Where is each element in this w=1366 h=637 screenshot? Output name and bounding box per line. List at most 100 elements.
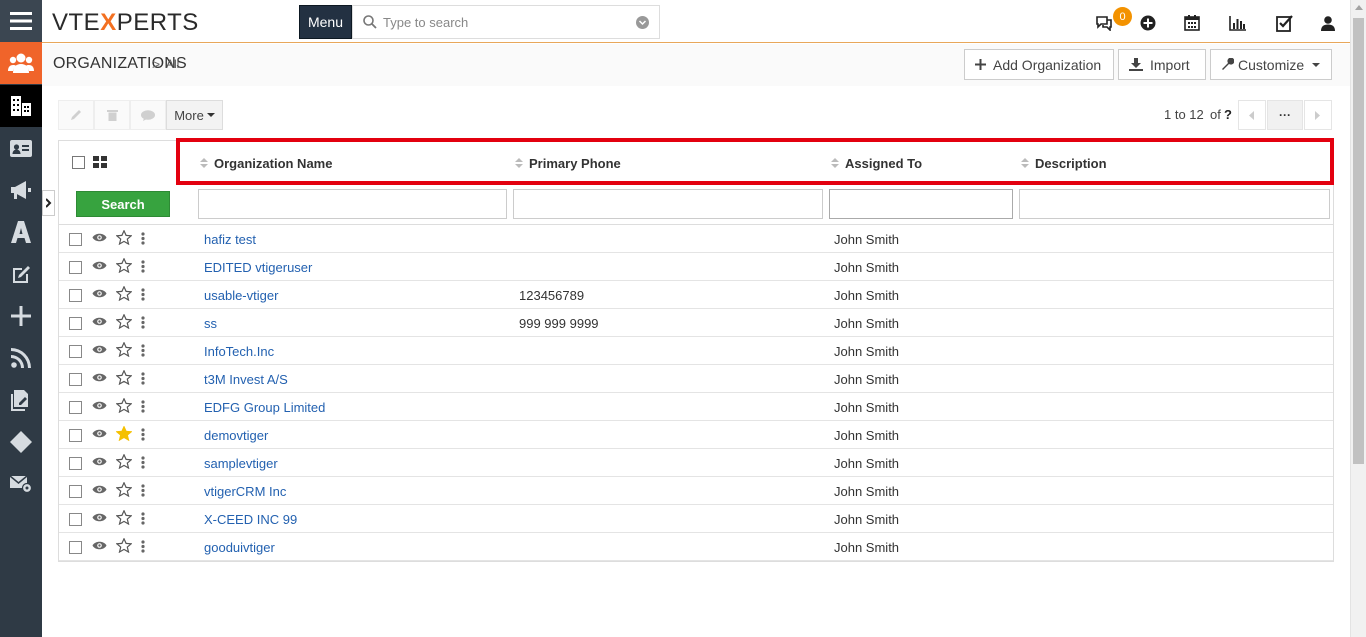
- contact-card-icon[interactable]: [0, 127, 42, 169]
- menu-button[interactable]: Menu: [299, 5, 352, 39]
- row-select-checkbox[interactable]: [69, 317, 82, 330]
- star-icon[interactable]: [116, 314, 132, 329]
- page-vertical-scrollbar[interactable]: [1350, 0, 1366, 637]
- rss-feed-icon[interactable]: [0, 337, 42, 379]
- organization-name-link[interactable]: EDFG Group Limited: [204, 400, 325, 415]
- star-icon[interactable]: [116, 538, 132, 553]
- row-select-checkbox[interactable]: [69, 485, 82, 498]
- table-row[interactable]: t3M Invest A/S John Smith: [59, 365, 1333, 393]
- star-icon[interactable]: [116, 398, 132, 413]
- eye-icon[interactable]: [92, 484, 107, 495]
- more-actions-dropdown[interactable]: More: [166, 100, 223, 130]
- scroll-up-arrow-icon[interactable]: [1355, 5, 1363, 10]
- organization-name-link[interactable]: InfoTech.Inc: [204, 344, 274, 359]
- organization-name-link[interactable]: vtigerCRM Inc: [204, 484, 286, 499]
- row-select-checkbox[interactable]: [69, 541, 82, 554]
- star-icon[interactable]: [116, 286, 132, 301]
- row-select-checkbox[interactable]: [69, 429, 82, 442]
- star-icon[interactable]: [116, 370, 132, 385]
- organization-building-icon[interactable]: [0, 85, 42, 127]
- more-options-vertical-dots-icon[interactable]: [141, 232, 145, 245]
- organization-name-link[interactable]: samplevtiger: [204, 456, 278, 471]
- organization-name-link[interactable]: hafiz test: [204, 232, 256, 247]
- filter-primary-phone-input[interactable]: [513, 189, 823, 219]
- more-options-vertical-dots-icon[interactable]: [141, 316, 145, 329]
- filter-assigned-to-input[interactable]: [829, 189, 1013, 219]
- edit-square-icon[interactable]: [0, 253, 42, 295]
- row-select-checkbox[interactable]: [69, 289, 82, 302]
- vendor-a-icon[interactable]: [0, 211, 42, 253]
- reports-bar-chart-icon[interactable]: [1227, 13, 1247, 33]
- organization-name-link[interactable]: demovtiger: [204, 428, 268, 443]
- eye-icon[interactable]: [92, 512, 107, 523]
- calendar-icon[interactable]: [1182, 13, 1202, 33]
- more-options-vertical-dots-icon[interactable]: [141, 456, 145, 469]
- more-options-vertical-dots-icon[interactable]: [141, 484, 145, 497]
- eye-icon[interactable]: [92, 400, 107, 411]
- email-settings-icon[interactable]: [0, 463, 42, 505]
- organization-name-link[interactable]: X-CEED INC 99: [204, 512, 297, 527]
- select-all-checkbox[interactable]: [72, 156, 85, 169]
- organization-name-link[interactable]: gooduivtiger: [204, 540, 275, 555]
- table-row[interactable]: vtigerCRM Inc John Smith: [59, 477, 1333, 505]
- users-group-icon[interactable]: [0, 42, 42, 84]
- row-select-checkbox[interactable]: [69, 233, 82, 246]
- star-icon[interactable]: [116, 258, 132, 273]
- list-view-grid-icon[interactable]: [93, 156, 107, 168]
- star-icon[interactable]: [116, 510, 132, 525]
- row-select-checkbox[interactable]: [69, 457, 82, 470]
- page-jump-button[interactable]: ···: [1267, 100, 1303, 130]
- eye-icon[interactable]: [92, 232, 107, 243]
- table-row[interactable]: usable-vtiger 123456789 John Smith: [59, 281, 1333, 309]
- eye-icon[interactable]: [92, 344, 107, 355]
- next-page-button[interactable]: [1304, 100, 1332, 130]
- eye-icon[interactable]: [92, 288, 107, 299]
- row-select-checkbox[interactable]: [69, 401, 82, 414]
- table-row[interactable]: ss 999 999 9999 John Smith: [59, 309, 1333, 337]
- more-options-vertical-dots-icon[interactable]: [141, 400, 145, 413]
- plus-icon[interactable]: [0, 295, 42, 337]
- hamburger-menu-icon[interactable]: [0, 0, 42, 42]
- global-search-input[interactable]: [383, 13, 623, 31]
- star-icon[interactable]: [116, 454, 132, 469]
- eye-icon[interactable]: [92, 372, 107, 383]
- quick-create-plus-icon[interactable]: [1138, 13, 1158, 33]
- filter-organization-name-input[interactable]: [198, 189, 507, 219]
- table-row[interactable]: hafiz test John Smith: [59, 225, 1333, 253]
- row-select-checkbox[interactable]: [69, 261, 82, 274]
- diamond-icon[interactable]: [0, 421, 42, 463]
- row-select-checkbox[interactable]: [69, 373, 82, 386]
- previous-page-button[interactable]: [1238, 100, 1266, 130]
- scrollbar-thumb[interactable]: [1353, 18, 1364, 464]
- table-row[interactable]: demovtiger John Smith: [59, 421, 1333, 449]
- vtexperts-logo[interactable]: VTEXPERTS: [52, 9, 199, 37]
- table-row[interactable]: samplevtiger John Smith: [59, 449, 1333, 477]
- eye-icon[interactable]: [92, 540, 107, 551]
- documents-icon[interactable]: [0, 379, 42, 421]
- chat-bubbles-icon[interactable]: [1094, 13, 1114, 33]
- eye-icon[interactable]: [92, 456, 107, 467]
- star-icon[interactable]: [116, 342, 132, 357]
- filter-description-input[interactable]: [1019, 189, 1330, 219]
- row-select-checkbox[interactable]: [69, 345, 82, 358]
- organization-name-link[interactable]: ss: [204, 316, 217, 331]
- star-icon[interactable]: [116, 426, 132, 441]
- organization-name-link[interactable]: t3M Invest A/S: [204, 372, 288, 387]
- row-select-checkbox[interactable]: [69, 513, 82, 526]
- eye-icon[interactable]: [92, 260, 107, 271]
- user-profile-icon[interactable]: [1318, 13, 1338, 33]
- more-options-vertical-dots-icon[interactable]: [141, 512, 145, 525]
- eye-icon[interactable]: [92, 316, 107, 327]
- customize-dropdown-button[interactable]: Customize: [1210, 49, 1332, 80]
- tasks-checkbox-icon[interactable]: [1274, 13, 1294, 33]
- table-row[interactable]: EDITED vtigeruser John Smith: [59, 253, 1333, 281]
- more-options-vertical-dots-icon[interactable]: [141, 260, 145, 273]
- add-comment-button[interactable]: [130, 100, 166, 130]
- organization-name-link[interactable]: EDITED vtigeruser: [204, 260, 312, 275]
- more-options-vertical-dots-icon[interactable]: [141, 540, 145, 553]
- more-options-vertical-dots-icon[interactable]: [141, 288, 145, 301]
- table-row[interactable]: X-CEED INC 99 John Smith: [59, 505, 1333, 533]
- star-icon[interactable]: [116, 230, 132, 245]
- organization-name-link[interactable]: usable-vtiger: [204, 288, 278, 303]
- import-button[interactable]: Import: [1118, 49, 1206, 80]
